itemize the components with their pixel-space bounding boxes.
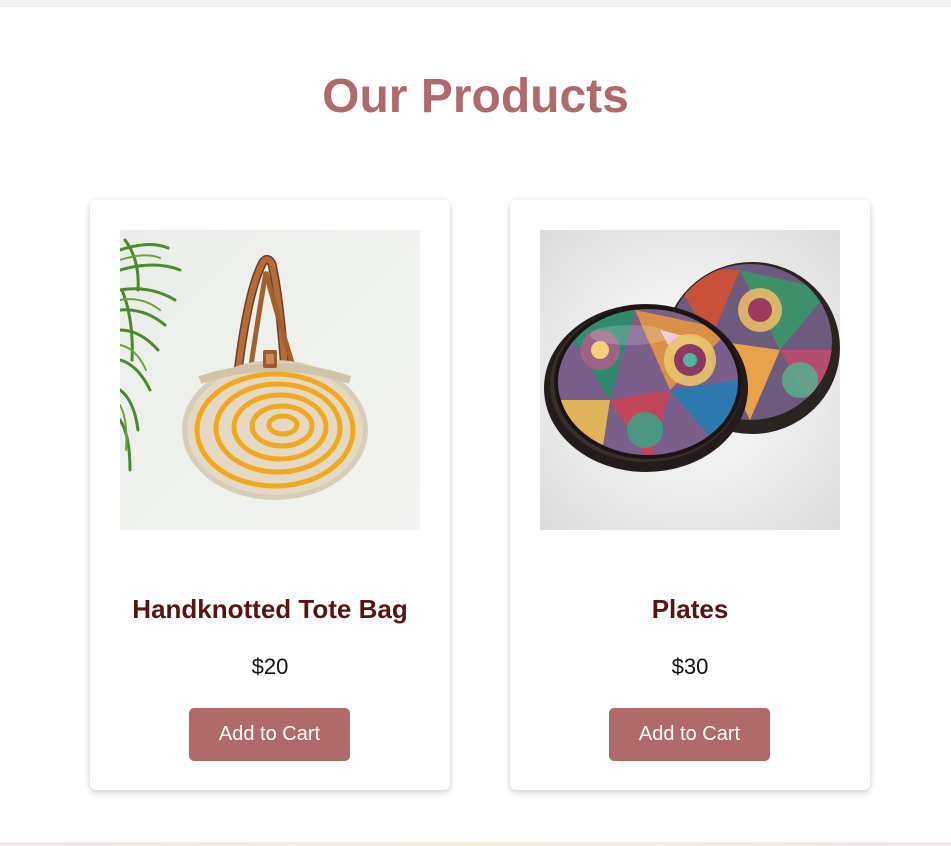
product-card-tote-bag: Handknotted Tote Bag $20 Add to Cart [90, 200, 450, 790]
products-page: Our Products Handknotted Tote Bag $20 Ad… [0, 6, 951, 843]
product-price: $30 [671, 654, 709, 679]
footer-divider [0, 842, 951, 846]
product-price: $20 [251, 654, 289, 679]
product-image-tote-bag[interactable] [120, 230, 420, 530]
page-title: Our Products [322, 70, 629, 123]
product-name: Handknotted Tote Bag [132, 594, 408, 624]
tote-bag-image [120, 230, 420, 530]
product-image-plates[interactable] [540, 230, 840, 530]
product-name: Plates [651, 594, 729, 624]
add-to-cart-button[interactable]: Add to Cart [609, 708, 770, 761]
product-card-plates: Plates $30 Add to Cart [510, 200, 870, 790]
add-to-cart-button[interactable]: Add to Cart [189, 708, 350, 761]
plates-image [540, 230, 840, 530]
